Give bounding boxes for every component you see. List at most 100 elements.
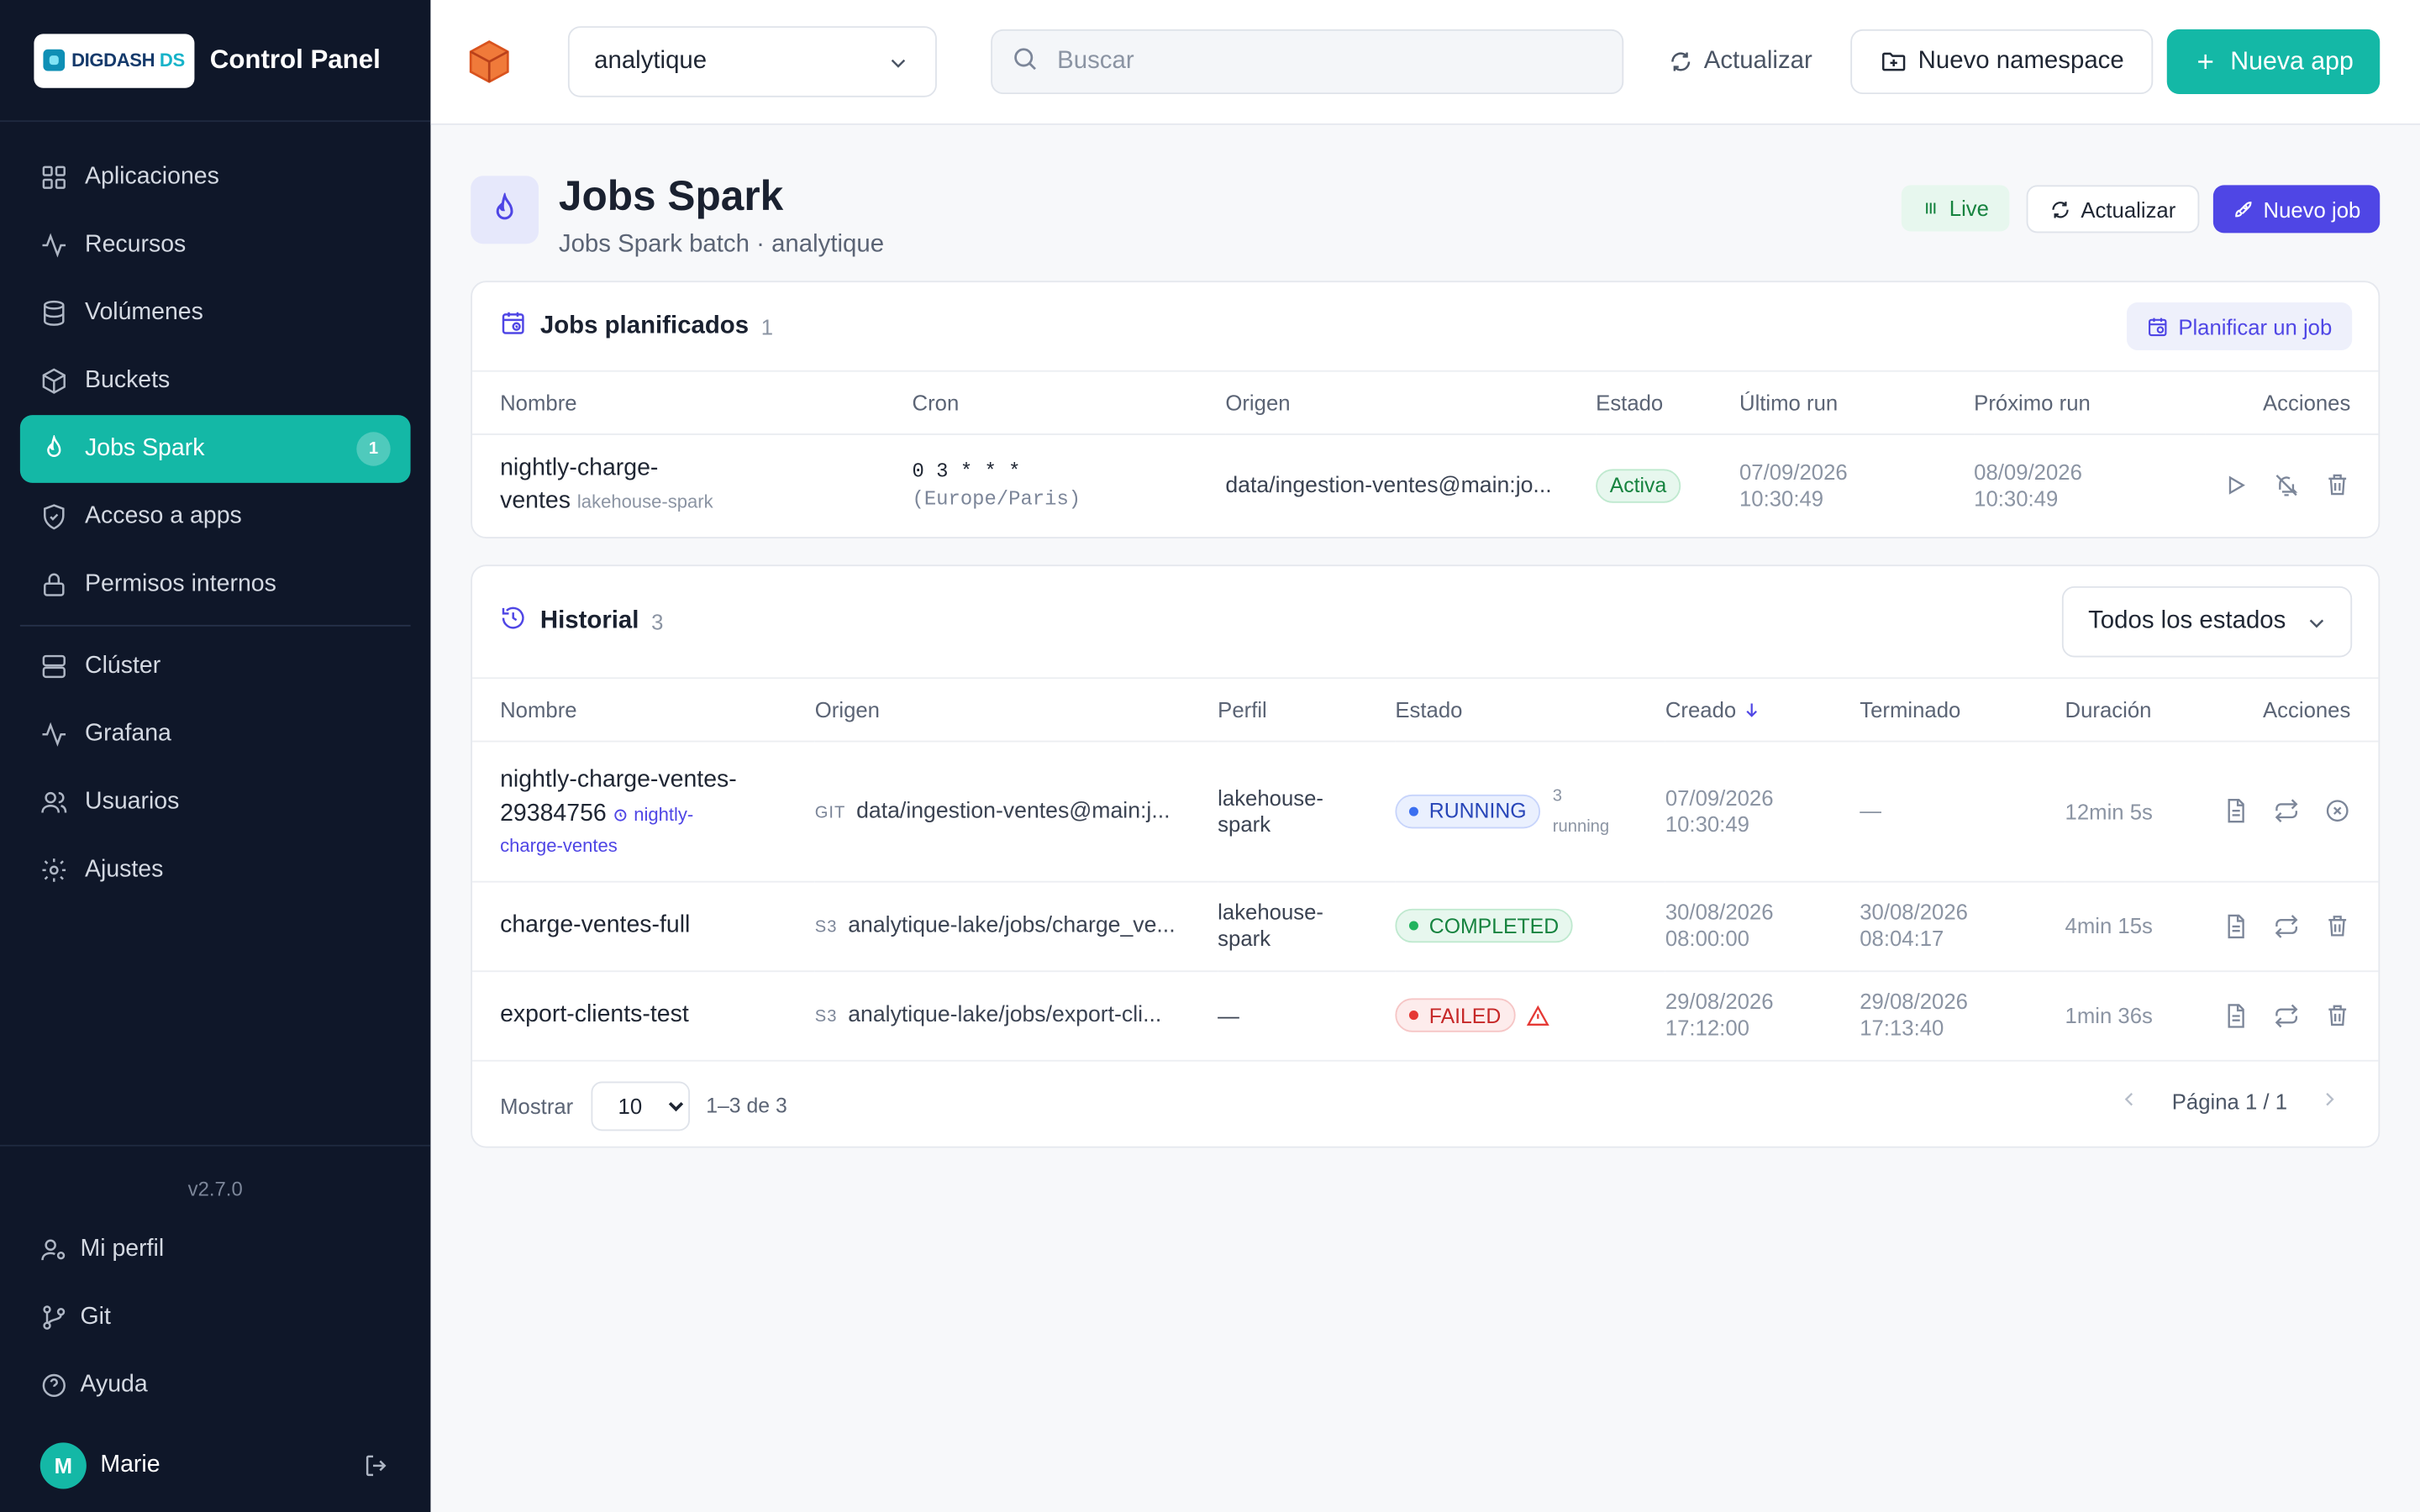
- table-row[interactable]: charge-ventes-full S3 analytique-lake/job…: [472, 880, 2379, 972]
- sidebar-item-jobs-spark[interactable]: Jobs Spark 1: [19, 415, 411, 483]
- jobs-refresh-button[interactable]: Actualizar: [2026, 185, 2200, 234]
- scheduled-jobs-card: Jobs planificados 1 Planificar un job No…: [471, 281, 2381, 539]
- schedule-job-button[interactable]: Planificar un job: [2127, 302, 2353, 350]
- page-size-label: Mostrar: [500, 1093, 574, 1118]
- timer-icon: [614, 808, 627, 821]
- sidebar-item-cluster[interactable]: Clúster: [20, 633, 411, 701]
- brand-logo[interactable]: DIGDASH DS: [34, 33, 195, 87]
- scheduled-job-link[interactable]: nightly-: [613, 803, 693, 825]
- sidebar-item-recursos[interactable]: Recursos: [20, 212, 411, 280]
- profile-cell: lakehouse-spark: [1218, 880, 1396, 972]
- column-header-sortable[interactable]: Creado: [1665, 679, 1860, 742]
- new-job-button[interactable]: Nuevo job: [2212, 185, 2381, 234]
- trash-icon[interactable]: [2324, 1002, 2350, 1028]
- trash-icon[interactable]: [2324, 912, 2350, 938]
- finished-cell: 29/08/2026 17:13:40: [1860, 989, 1968, 1041]
- sidebar-item-label: Aplicaciones: [85, 163, 219, 190]
- sidebar-item-permisos-internos[interactable]: Permisos internos: [20, 551, 411, 619]
- new-namespace-button[interactable]: Nuevo namespace: [1850, 29, 2154, 95]
- table-row[interactable]: nightly-charge- ventes lakehouse-spark 0…: [472, 433, 2378, 537]
- profile-cell: lakehouse-spark: [1218, 740, 1396, 882]
- new-app-label: Nueva app: [2230, 47, 2354, 76]
- search-icon: [1011, 44, 1039, 79]
- last-run-cell: 07/09/2026 10:30:49: [1739, 459, 1848, 511]
- new-job-label: Nuevo job: [2263, 197, 2361, 222]
- sidebar-item-label: Buckets: [85, 367, 171, 394]
- main-content: Jobs Spark Jobs Spark batch · analytique…: [430, 125, 2420, 1512]
- play-icon[interactable]: [2223, 472, 2249, 498]
- logs-file-icon[interactable]: [2223, 912, 2249, 938]
- namespace-select[interactable]: analytique: [567, 26, 937, 97]
- page-indicator: Página 1 / 1: [2171, 1089, 2288, 1115]
- next-run-cell: 08/09/2026 10:30:49: [1974, 459, 2082, 511]
- chevron-right-icon[interactable]: [2318, 1088, 2342, 1116]
- search-input[interactable]: [1057, 47, 1582, 76]
- new-app-button[interactable]: Nueva app: [2166, 29, 2381, 95]
- history-header: Historial 3 Todos los estados: [472, 566, 2379, 680]
- job-name[interactable]: ventes: [500, 488, 571, 514]
- logs-file-icon[interactable]: [2223, 798, 2249, 824]
- page-header: Jobs Spark Jobs Spark batch · analytique…: [471, 173, 2381, 265]
- run-name[interactable]: nightly-charge-ventes-: [500, 763, 815, 796]
- created-cell: 29/08/2026 17:12:00: [1665, 989, 1774, 1041]
- sidebar-item-label: Ajustes: [85, 856, 164, 883]
- job-name[interactable]: nightly-charge-: [500, 453, 912, 486]
- status-cell: Activa: [1596, 433, 1739, 537]
- sidebar-item-volumenes[interactable]: Volúmenes: [20, 279, 411, 347]
- cron-cell: 0 3 * * * (Europe/Paris): [913, 433, 1226, 537]
- repeat-icon[interactable]: [2274, 912, 2300, 938]
- chevron-left-icon[interactable]: [2118, 1088, 2141, 1116]
- help-circle-icon: [40, 1372, 68, 1399]
- live-toggle[interactable]: Live: [1901, 185, 2009, 232]
- sidebar-item-label: Permisos internos: [85, 570, 276, 597]
- run-name[interactable]: export-clients-test: [500, 1001, 689, 1027]
- column-header: Duración: [2065, 679, 2207, 742]
- page-subtitle: Jobs Spark batch · analytique: [558, 231, 885, 258]
- status-filter-select[interactable]: Todos los estados: [2061, 585, 2353, 658]
- status-badge: FAILED: [1395, 998, 1515, 1033]
- scheduled-jobs-table: Nombre Cron Origen Estado Último run Pró…: [472, 371, 2379, 538]
- logs-file-icon[interactable]: [2223, 1002, 2249, 1028]
- sidebar-footer: v2.7.0 Mi perfil Git Ayuda M Marie: [0, 1144, 431, 1512]
- scheduled-job-link[interactable]: charge-ventes: [500, 831, 815, 858]
- table-row[interactable]: nightly-charge-ventes- 29384756 nightly-…: [472, 740, 2379, 882]
- repeat-icon[interactable]: [2274, 1002, 2300, 1028]
- sidebar-item-ayuda[interactable]: Ayuda: [0, 1352, 430, 1420]
- sidebar-item-mi-perfil[interactable]: Mi perfil: [0, 1215, 430, 1284]
- history-title: Historial: [539, 607, 639, 634]
- sidebar-item-acceso-apps[interactable]: Acceso a apps: [20, 483, 411, 551]
- status-badge: RUNNING: [1395, 793, 1541, 828]
- column-header: Origen: [1225, 371, 1597, 435]
- logout-icon[interactable]: [363, 1452, 391, 1479]
- page-navigation: Página 1 / 1: [2118, 1088, 2341, 1116]
- sidebar-item-git[interactable]: Git: [0, 1284, 430, 1352]
- avatar[interactable]: M: [39, 1442, 87, 1489]
- table-row[interactable]: export-clients-test S3 analytique-lake/jo…: [472, 970, 2378, 1060]
- activity-icon: [40, 232, 68, 260]
- trash-icon[interactable]: [2324, 472, 2350, 498]
- sidebar-item-ajustes[interactable]: Ajustes: [20, 837, 411, 905]
- bell-off-icon[interactable]: [2274, 472, 2300, 498]
- sidebar-item-usuarios[interactable]: Usuarios: [20, 769, 411, 837]
- sidebar-item-label: Ayuda: [80, 1371, 148, 1399]
- scheduled-jobs-count: 1: [760, 313, 774, 339]
- run-name-cell: export-clients-test: [472, 970, 815, 1060]
- sidebar-item-label: Recursos: [85, 231, 187, 258]
- run-name[interactable]: charge-ventes-full: [500, 912, 690, 938]
- sidebar-item-grafana[interactable]: Grafana: [20, 701, 411, 769]
- brand: DIGDASH DS Control Panel: [0, 0, 431, 123]
- repeat-icon[interactable]: [2274, 798, 2300, 824]
- cancel-circle-icon[interactable]: [2324, 798, 2350, 824]
- source-type: GIT: [814, 803, 846, 822]
- page-size-select[interactable]: 10: [592, 1080, 691, 1131]
- sidebar-item-aplicaciones[interactable]: Aplicaciones: [20, 144, 411, 212]
- warning-triangle-icon[interactable]: [1526, 1004, 1549, 1027]
- folder-plus-icon: [1881, 52, 1905, 71]
- history-card: Historial 3 Todos los estados Nombre Ori…: [471, 564, 2381, 1148]
- sidebar-item-buckets[interactable]: Buckets: [20, 347, 411, 415]
- run-name[interactable]: 29384756: [500, 800, 607, 826]
- origin-cell: GIT data/ingestion-ventes@main:j...: [814, 740, 1218, 882]
- refresh-button[interactable]: Actualizar: [1669, 29, 1812, 94]
- box-icon: [40, 367, 68, 395]
- database-icon: [40, 299, 68, 327]
